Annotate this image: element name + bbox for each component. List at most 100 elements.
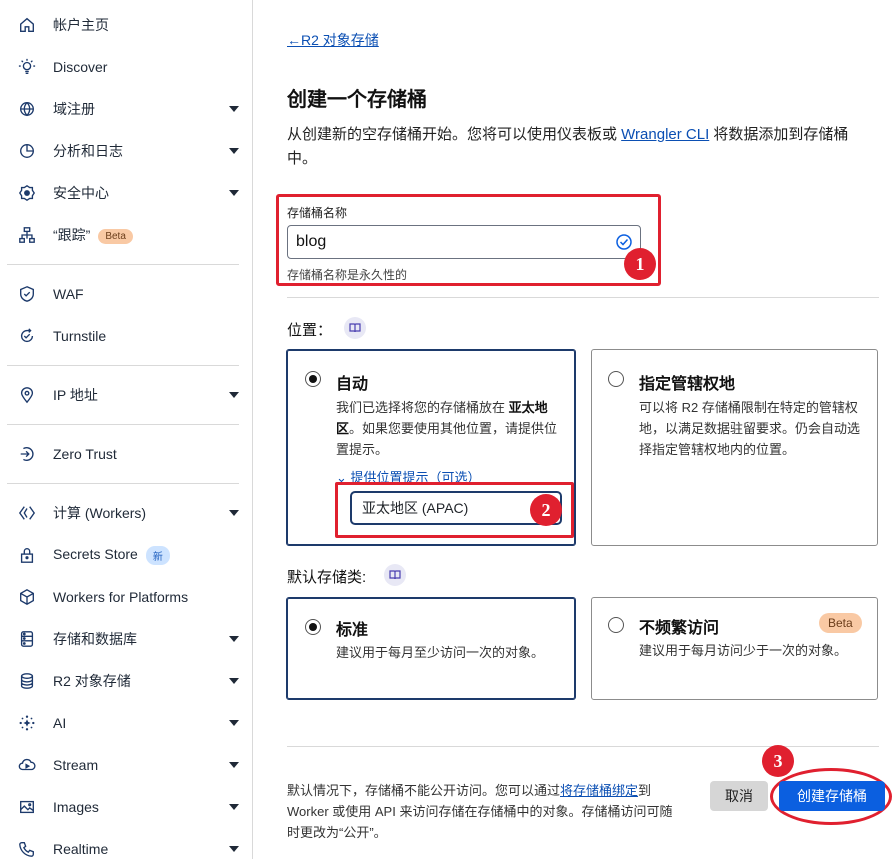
main-content: ←R2 对象存储 创建一个存储桶 从创建新的空存储桶开始。您将可以使用仪表板或 … [254, 0, 896, 859]
sidebar-item-ai[interactable]: AI [0, 703, 253, 743]
chevron-down-icon [229, 190, 239, 196]
sidebar-item-waf[interactable]: WAF [0, 274, 253, 314]
sidebar-item-turnstile[interactable]: Turnstile [0, 316, 253, 356]
sidebar-item-label: Workers for Platforms [53, 589, 189, 605]
chevron-down-icon [229, 148, 239, 154]
location-jurisdiction-card[interactable]: 指定管辖权地 可以将 R2 存储桶限制在特定的管辖权地，以满足数据驻留要求。仍会… [591, 349, 878, 546]
sidebar-item-ip-addresses[interactable]: IP 地址 [0, 375, 253, 415]
bucket-name-label: 存储桶名称 [287, 206, 348, 220]
image-icon [17, 797, 37, 817]
section-divider [287, 746, 879, 747]
book-icon[interactable] [344, 317, 366, 339]
sidebar-divider [7, 365, 239, 366]
sidebar: 帐户主页 Discover 域注册 分析和日志 安全中心 “跟踪” Beta WA… [0, 0, 253, 859]
storage-class-infrequent-title: 不频繁访问 [639, 620, 720, 637]
bind-bucket-link[interactable]: 将存储桶绑定 [560, 783, 638, 798]
sidebar-divider [7, 264, 239, 265]
shield-icon [17, 284, 37, 304]
sidebar-item-discover[interactable]: Discover [0, 47, 253, 87]
beta-badge: Beta [819, 613, 862, 633]
section-divider [287, 297, 879, 298]
sidebar-item-realtime[interactable]: Realtime [0, 829, 253, 859]
wrangler-cli-link[interactable]: Wrangler CLI [621, 126, 709, 143]
globe-icon [17, 99, 37, 119]
sidebar-item-workers[interactable]: 计算 (Workers) [0, 493, 253, 533]
sidebar-item-label: 安全中心 [53, 185, 109, 201]
sidebar-item-label: 计算 (Workers) [53, 505, 147, 521]
footer-note: 默认情况下，存储桶不能公开访问。您可以通过将存储桶绑定到 Worker 或使用 … [287, 780, 679, 843]
location-auto-radio[interactable] [305, 371, 321, 387]
location-auto-desc: 我们已选择将您的存储桶放在 亚太地区。如果您要使用其他位置，请提供位置提示。 [336, 397, 566, 460]
sidebar-item-analytics[interactable]: 分析和日志 [0, 131, 253, 171]
chevron-down-icon [229, 510, 239, 516]
location-auto-title: 自动 [336, 376, 369, 393]
phone-icon [17, 839, 37, 859]
database-icon [17, 671, 37, 691]
location-jurisdiction-radio[interactable] [608, 371, 624, 387]
storage-icon [17, 629, 37, 649]
book-icon[interactable] [384, 564, 406, 586]
storage-class-standard-title: 标准 [336, 622, 369, 639]
sidebar-item-label: Turnstile [53, 328, 107, 344]
workers-icon [17, 503, 37, 523]
intro-text: 从创建新的空存储桶开始。您将可以使用仪表板或 Wrangler CLI 将数据添… [287, 123, 877, 171]
sidebar-item-stream[interactable]: Stream [0, 745, 253, 785]
sidebar-item-secrets-store[interactable]: Secrets Store 新 [0, 535, 253, 575]
sidebar-divider [7, 424, 239, 425]
sidebar-item-label: Realtime [53, 841, 109, 857]
sidebar-item-text: Secrets Store [53, 545, 138, 562]
chevron-down-icon [229, 106, 239, 112]
annotation-number-3: 3 [762, 745, 794, 777]
storage-class-standard-radio[interactable] [305, 619, 321, 635]
sidebar-item-domain-registration[interactable]: 域注册 [0, 89, 253, 129]
storage-class-standard-card[interactable]: 标准 建议用于每月至少访问一次的对象。 [286, 597, 576, 700]
sidebar-item-label: 帐户主页 [53, 17, 109, 33]
location-pin-icon [17, 385, 37, 405]
trace-icon [17, 225, 37, 245]
chevron-down-icon [229, 720, 239, 726]
check-circle-icon [616, 234, 632, 250]
footer-note-start: 默认情况下，存储桶不能公开访问。您可以通过 [287, 783, 561, 798]
bucket-name-help: 存储桶名称是永久性的 [287, 268, 408, 282]
lock-icon [17, 545, 37, 565]
back-to-r2-link[interactable]: ←R2 对象存储 [287, 30, 379, 50]
sidebar-item-trace[interactable]: “跟踪” Beta [0, 215, 253, 255]
sidebar-item-storage-databases[interactable]: 存储和数据库 [0, 619, 253, 659]
sidebar-item-label: Stream [53, 757, 99, 773]
new-badge: 新 [145, 545, 170, 565]
storage-class-infrequent-desc: 建议用于每月访问少于一次的对象。 [639, 643, 848, 658]
sidebar-item-account-home[interactable]: 帐户主页 [0, 5, 253, 45]
chevron-down-icon [229, 392, 239, 398]
sidebar-item-images[interactable]: Images [0, 787, 253, 827]
intro-text-start: 从创建新的空存储桶开始。您将可以使用仪表板或 [287, 126, 622, 143]
chevron-down-icon [229, 846, 239, 852]
sidebar-item-r2-object-storage[interactable]: R2 对象存储 [0, 661, 253, 701]
chevron-down-icon [229, 762, 239, 768]
sidebar-item-label: 分析和日志 [53, 143, 123, 159]
page-title: 创建一个存储桶 [287, 89, 427, 111]
sidebar-item-label: WAF [53, 286, 84, 302]
sidebar-item-text: “跟踪” [53, 227, 91, 243]
sidebar-item-zero-trust[interactable]: Zero Trust [0, 434, 253, 474]
home-icon [17, 15, 37, 35]
sidebar-item-label: Discover [53, 59, 108, 75]
beta-badge: Beta [98, 228, 133, 244]
cube-icon [17, 587, 37, 607]
cancel-button[interactable]: 取消 [710, 781, 768, 811]
chevron-down-icon [229, 636, 239, 642]
chart-icon [17, 141, 37, 161]
storage-class-infrequent-radio[interactable] [608, 617, 624, 633]
sidebar-item-label: 域注册 [53, 101, 95, 117]
cloud-icon [17, 755, 37, 775]
location-auto-desc-end: 。如果您要使用其他位置，请提供位置提示。 [336, 421, 558, 457]
sidebar-item-security-center[interactable]: 安全中心 [0, 173, 253, 213]
create-bucket-button[interactable]: 创建存储桶 [779, 781, 885, 811]
storage-class-standard-desc: 建议用于每月至少访问一次的对象。 [336, 645, 545, 660]
turnstile-icon [17, 326, 37, 346]
sidebar-item-workers-for-platforms[interactable]: Workers for Platforms [0, 577, 253, 617]
storage-class-infrequent-card[interactable]: 不频繁访问 Beta 建议用于每月访问少于一次的对象。 [591, 597, 878, 700]
bucket-name-input[interactable] [287, 225, 641, 259]
location-section-title: 位置： [287, 322, 333, 339]
sidebar-item-label: IP 地址 [53, 387, 98, 403]
chevron-down-icon [229, 804, 239, 810]
